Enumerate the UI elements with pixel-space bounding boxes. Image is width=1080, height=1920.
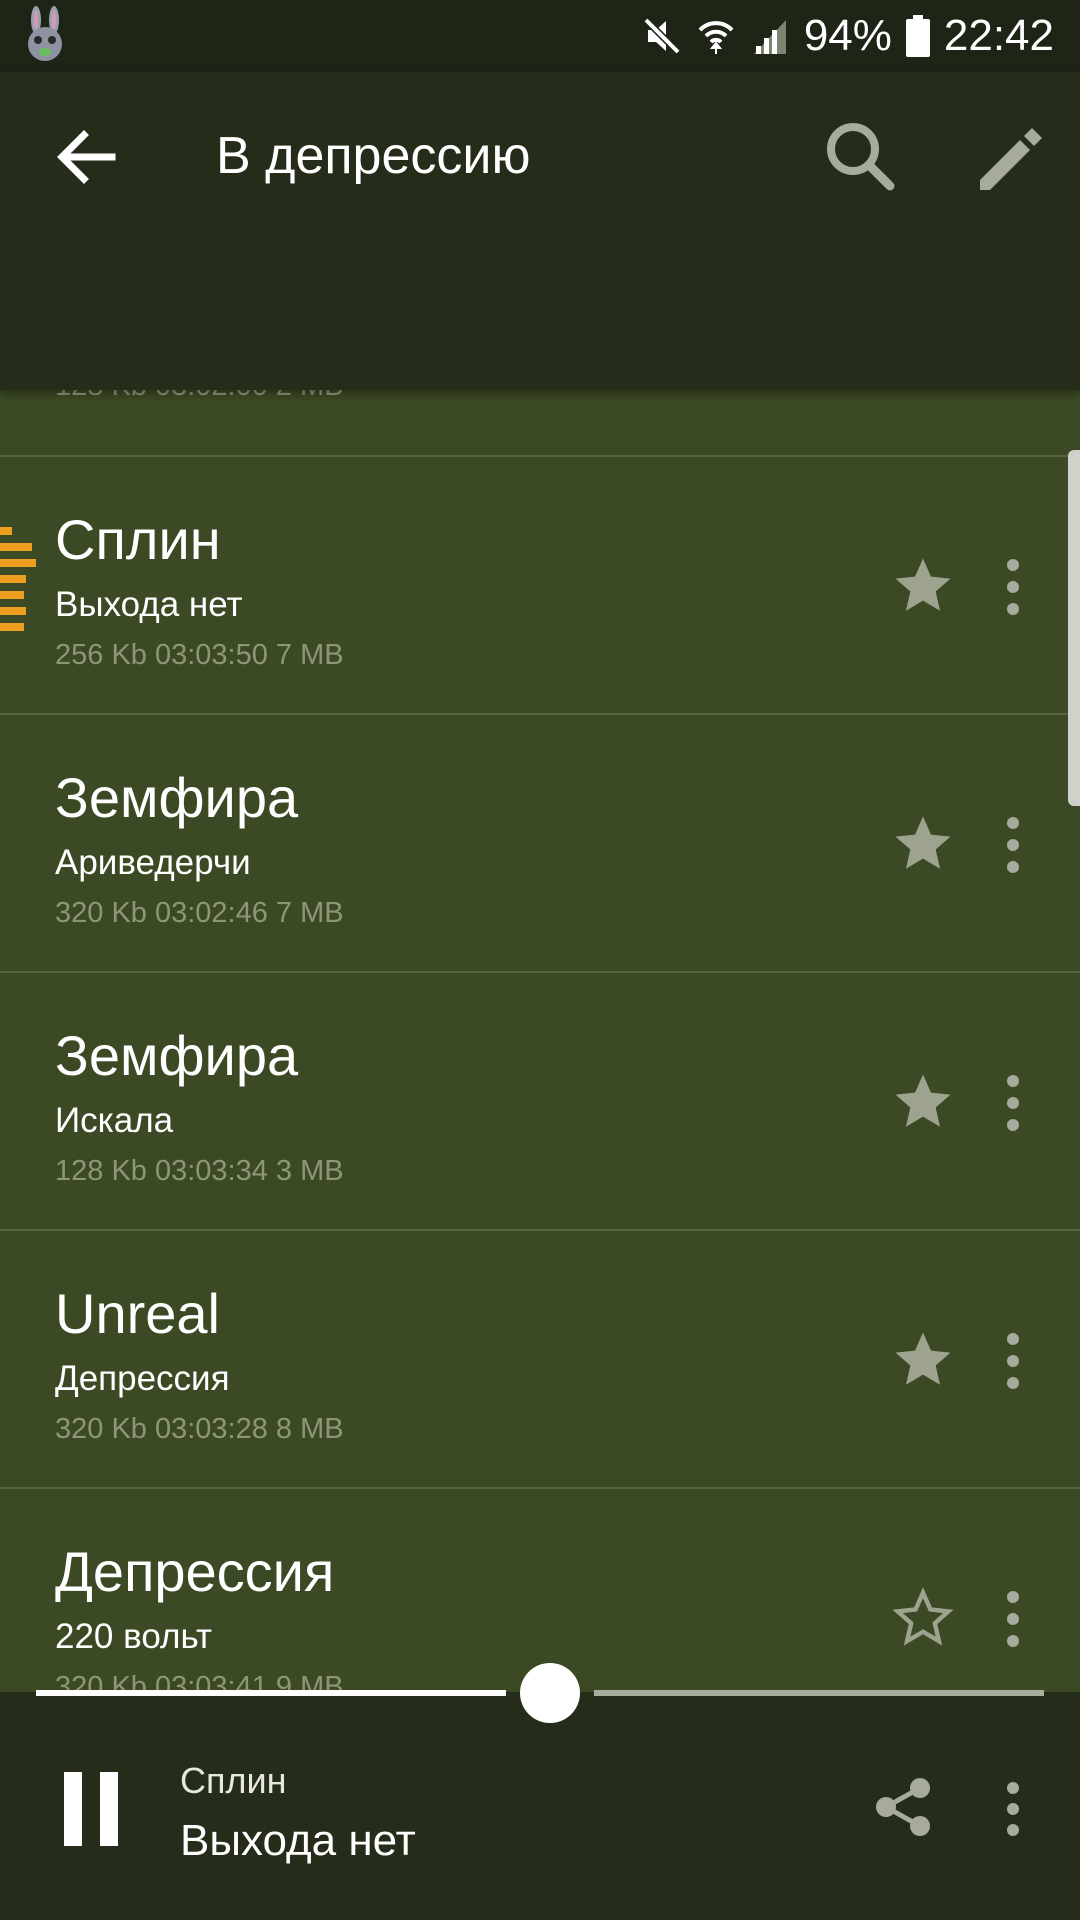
more-vert-icon[interactable] [996, 1073, 1030, 1133]
track-artist: Сплин [55, 508, 221, 571]
share-icon[interactable] [872, 1776, 934, 1838]
track-meta: 128 Kb 03:03:34 3 MB [55, 1155, 344, 1187]
star-filled-icon[interactable] [890, 1327, 956, 1393]
more-vert-icon[interactable] [996, 1589, 1030, 1649]
playlist-title: В депрессию [216, 127, 531, 185]
back-arrow-icon[interactable] [52, 122, 122, 192]
track-artist: Земфира [55, 766, 299, 829]
scrollbar-thumb[interactable] [1068, 450, 1080, 806]
track-artist: Депрессия [55, 1540, 335, 1603]
app-bar: В депрессию [0, 72, 1080, 390]
seek-played-track [36, 1690, 507, 1696]
mute-icon [643, 17, 681, 55]
more-vert-icon[interactable] [996, 557, 1030, 617]
more-vert-icon[interactable] [996, 1780, 1030, 1838]
more-vert-icon[interactable] [996, 815, 1030, 875]
list-item[interactable]: Земфира Ариведерчи 320 Kb 03:02:46 7 MB [0, 715, 1080, 973]
star-filled-icon[interactable] [890, 1069, 956, 1135]
track-title: Искала [55, 1101, 174, 1140]
star-filled-icon[interactable] [890, 811, 956, 877]
track-title: Выхода нет [55, 585, 243, 624]
search-icon[interactable] [820, 116, 900, 196]
seek-remaining-track [594, 1690, 1044, 1696]
track-title: 220 вольт [55, 1617, 212, 1656]
now-playing-title: Выхода нет [180, 1816, 416, 1865]
track-title: Депрессия [55, 1359, 230, 1398]
battery-percent: 94% [803, 11, 892, 60]
edit-pencil-icon[interactable] [972, 120, 1048, 196]
wifi-icon [698, 21, 734, 54]
star-outline-icon[interactable] [890, 1585, 956, 1651]
list-item[interactable]: Сплин Выхода нет 256 Kb 03:03:50 7 MB [0, 457, 1080, 715]
seek-thumb[interactable] [520, 1663, 581, 1723]
clock: 22:42 [943, 11, 1054, 60]
signal-icon [753, 20, 786, 54]
list-item[interactable]: Unreal Депрессия 320 Kb 03:03:28 8 MB [0, 1231, 1080, 1489]
track-meta: 256 Kb 03:03:50 7 MB [55, 639, 344, 671]
track-artist: Unreal [55, 1282, 220, 1345]
track-artist: Земфира [55, 1024, 299, 1087]
status-bar: 94% 22:42 [0, 0, 1080, 72]
track-title: Ариведерчи [55, 843, 251, 882]
mini-player: Сплин Выхода нет [0, 1692, 1080, 1920]
pause-icon[interactable] [64, 1772, 118, 1846]
star-filled-icon[interactable] [890, 553, 956, 619]
bunny-avatar-icon [28, 6, 62, 61]
battery-icon [905, 15, 930, 57]
now-playing-artist: Сплин [180, 1760, 287, 1801]
track-list[interactable]: 128 Kb 03:02:00 2 MB Сплин Выхода нет 25… [0, 300, 1080, 1692]
now-playing-indicator-icon [0, 527, 36, 631]
track-meta: 320 Kb 03:02:46 7 MB [55, 897, 344, 929]
list-item[interactable]: Земфира Искала 128 Kb 03:03:34 3 MB [0, 973, 1080, 1231]
more-vert-icon[interactable] [996, 1331, 1030, 1391]
track-meta: 320 Kb 03:03:28 8 MB [55, 1413, 344, 1445]
seek-bar[interactable] [0, 1660, 1080, 1724]
